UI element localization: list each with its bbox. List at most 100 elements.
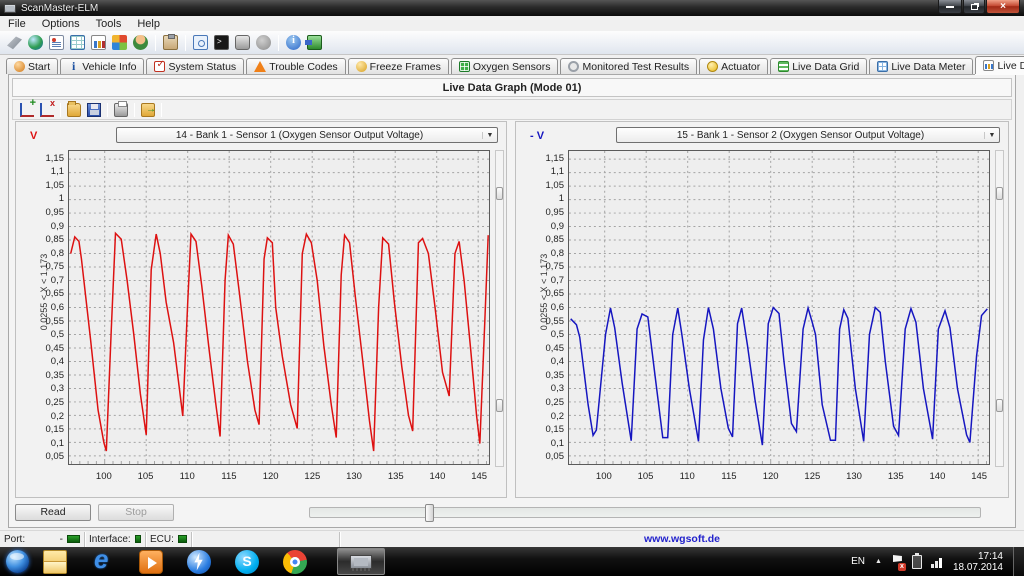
menu-file[interactable]: File <box>0 17 34 31</box>
exit-icon[interactable] <box>307 35 322 50</box>
time-scroll-slider[interactable] <box>309 507 981 518</box>
title-bar: ScanMaster-ELM × <box>0 0 1024 16</box>
terminal-icon[interactable] <box>214 35 229 50</box>
open-file-icon[interactable] <box>67 103 81 117</box>
slider-thumb[interactable] <box>425 504 434 522</box>
ecu-label: ECU: <box>150 534 174 545</box>
scrollbar-thumb[interactable] <box>996 187 1003 200</box>
tab-live-data-meter[interactable]: Live Data Meter <box>869 58 973 74</box>
tab-label: Live Data Graph <box>997 60 1024 72</box>
tray-expand-icon[interactable]: ▲ <box>875 558 882 565</box>
chip-icon <box>350 555 372 569</box>
tab-label: Trouble Codes <box>269 61 337 73</box>
save-file-icon[interactable] <box>87 103 101 117</box>
tab-live-data-graph[interactable]: Live Data Graph <box>975 56 1024 74</box>
add-graph-icon[interactable] <box>20 103 34 117</box>
port-status-segment: Port: - <box>0 532 85 547</box>
close-button[interactable]: × <box>986 0 1020 14</box>
tab-oxygen-sensors[interactable]: Oxygen Sensors <box>451 58 559 74</box>
menu-help[interactable]: Help <box>129 17 168 31</box>
ecu-led-icon <box>178 535 187 543</box>
read-button[interactable]: Read <box>15 504 91 521</box>
y-tick-label: 0,4 <box>518 356 564 367</box>
tab-label: Vehicle Info <box>82 61 136 73</box>
vertical-zoom-scrollbar[interactable] <box>495 150 504 467</box>
vertical-zoom-scrollbar[interactable] <box>995 150 1004 467</box>
waveform-svg <box>69 151 489 464</box>
network-signal-icon[interactable] <box>931 556 945 568</box>
battery-icon[interactable] <box>235 35 250 50</box>
tab-label: Live Data Grid <box>792 61 859 73</box>
connect-icon[interactable] <box>7 35 22 50</box>
y-tick-label: 1,15 <box>18 153 64 164</box>
taskbar-item-internet-explorer[interactable] <box>91 550 115 574</box>
y-tick-label: 0,1 <box>518 438 564 449</box>
windows-icon[interactable] <box>112 35 127 50</box>
taskbar-item-windows-explorer[interactable] <box>43 550 67 574</box>
export-icon[interactable] <box>141 103 155 117</box>
x-tick-label: 110 <box>672 471 702 482</box>
taskbar-item-skype[interactable] <box>235 550 259 574</box>
start-button[interactable] <box>6 550 29 573</box>
y-tick-label: 0,85 <box>518 234 564 245</box>
about-info-icon[interactable] <box>286 35 301 50</box>
waveform-svg <box>569 151 989 464</box>
monitor-icon <box>568 61 579 72</box>
chart-icon[interactable] <box>91 35 106 50</box>
battery-icon[interactable] <box>912 555 922 569</box>
tab-actuator[interactable]: Actuator <box>699 58 768 74</box>
y-tick-label: 0,5 <box>518 329 564 340</box>
y-tick-label: 0,95 <box>518 207 564 218</box>
clock[interactable]: 17:14 18.07.2014 <box>953 551 1003 573</box>
y-tick-label: 0,75 <box>518 261 564 272</box>
tab-start[interactable]: Start <box>6 58 58 74</box>
pid-selector-dropdown[interactable]: 14 - Bank 1 - Sensor 1 (Oxygen Sensor Ou… <box>116 127 498 143</box>
tab-freeze-frames[interactable]: Freeze Frames <box>348 58 449 74</box>
user-icon[interactable] <box>133 35 148 50</box>
menu-tools[interactable]: Tools <box>88 17 130 31</box>
x-tick-label: 105 <box>131 471 161 482</box>
taskbar-item-media-player[interactable] <box>139 550 163 574</box>
scrollbar-thumb[interactable] <box>496 187 503 200</box>
tab-trouble-codes[interactable]: Trouble Codes <box>246 58 345 74</box>
globe-icon[interactable] <box>28 35 43 50</box>
taskbar-item-chrome[interactable] <box>283 550 307 574</box>
tab-label: System Status <box>168 61 236 73</box>
show-desktop-button[interactable] <box>1013 547 1024 576</box>
minimize-button[interactable] <box>938 0 962 14</box>
taskbar-item-scanmaster-active[interactable] <box>337 548 385 575</box>
tab-label: Freeze Frames <box>370 61 441 73</box>
tab-vehicle-info[interactable]: Vehicle Info <box>60 58 144 74</box>
y-tick-label: 0,75 <box>18 261 64 272</box>
scrollbar-thumb[interactable] <box>496 399 503 412</box>
toolbar-separator <box>60 103 61 117</box>
menu-options[interactable]: Options <box>34 17 88 31</box>
restore-button[interactable] <box>963 0 985 14</box>
pid-selector-dropdown[interactable]: 15 - Bank 1 - Sensor 2 (Oxygen Sensor Ou… <box>616 127 1000 143</box>
tab-live-data-grid[interactable]: Live Data Grid <box>770 58 867 74</box>
freeze-icon <box>356 61 367 72</box>
report-icon[interactable] <box>49 35 64 50</box>
empty-segment <box>192 532 340 547</box>
y-tick-label: 0,9 <box>518 221 564 232</box>
y-tick-label: 0,7 <box>518 275 564 286</box>
main-panel: Live Data Graph (Mode 01) V 14 - Bank 1 … <box>8 74 1016 528</box>
y-tick-label: 0,55 <box>518 316 564 327</box>
y-tick-label: 0,9 <box>18 221 64 232</box>
scrollbar-thumb[interactable] <box>996 399 1003 412</box>
y-tick-label: 0,25 <box>518 397 564 408</box>
stop-button: Stop <box>98 504 174 521</box>
taskbar-item-lightning-app[interactable] <box>187 550 211 574</box>
record-disabled-icon[interactable] <box>256 35 271 50</box>
data-table-icon[interactable] <box>70 35 85 50</box>
language-indicator[interactable]: EN <box>851 556 865 567</box>
tab-system-status[interactable]: System Status <box>146 58 244 74</box>
print-icon[interactable] <box>114 103 128 117</box>
tab-monitored-test-results[interactable]: Monitored Test Results <box>560 58 697 74</box>
action-center-flag-icon[interactable] <box>892 555 903 568</box>
remove-graph-icon[interactable] <box>40 103 54 117</box>
search-icon[interactable] <box>193 35 208 50</box>
clipboard-icon[interactable] <box>163 35 178 50</box>
website-link[interactable]: www.wgsoft.de <box>644 533 720 545</box>
window-title: ScanMaster-ELM <box>21 3 98 14</box>
